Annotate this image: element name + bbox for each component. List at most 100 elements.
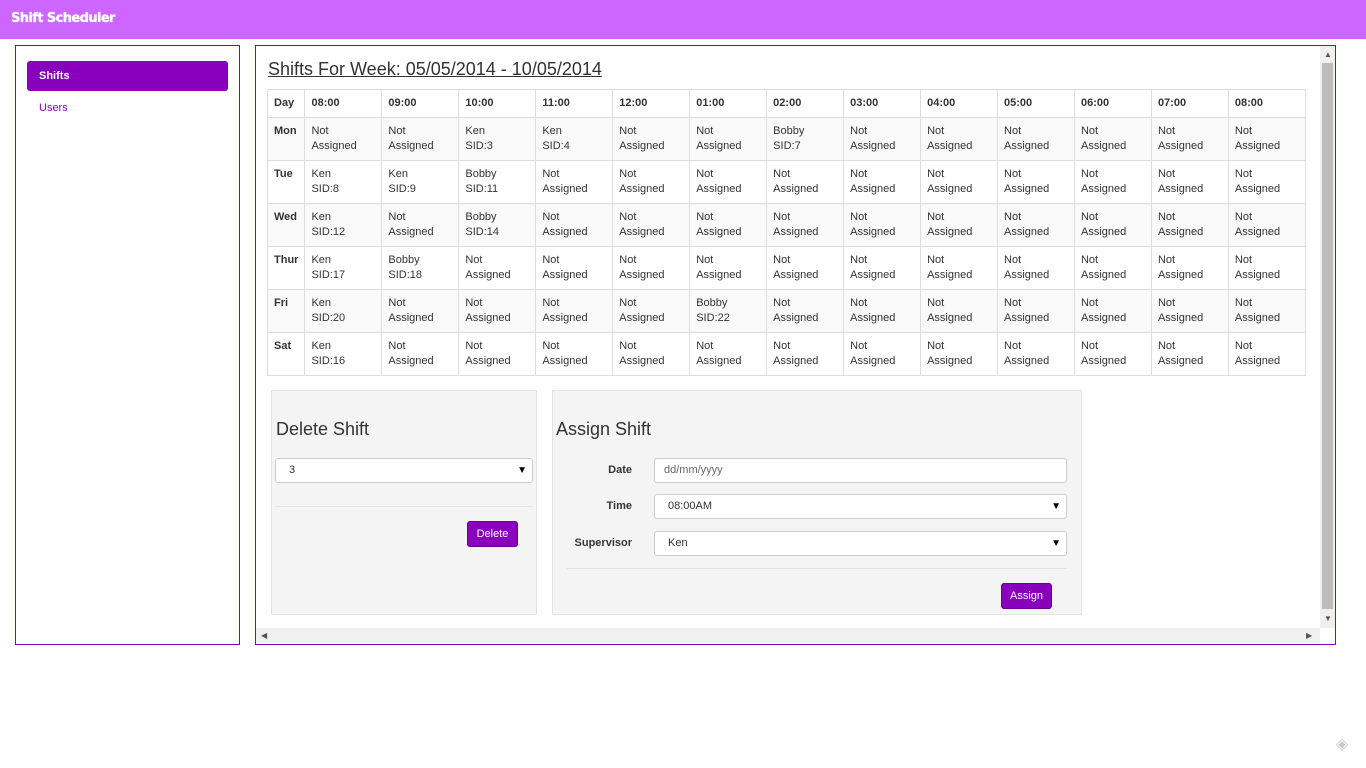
shift-cell[interactable]: Not Assigned: [997, 117, 1075, 161]
shift-cell[interactable]: Not Assigned: [1073, 117, 1152, 161]
shift-cell[interactable]: Not Assigned: [766, 289, 845, 333]
shift-cell[interactable]: Not Assigned: [689, 117, 768, 161]
shift-cell[interactable]: Not Assigned: [381, 332, 460, 376]
shift-cell[interactable]: Not Assigned: [458, 246, 537, 290]
shift-cell[interactable]: Bobby SID:22: [689, 289, 768, 333]
shift-cell[interactable]: Not Assigned: [1150, 160, 1229, 204]
shift-cell[interactable]: Ken SID:8: [304, 160, 383, 204]
shift-cell[interactable]: Not Assigned: [843, 332, 922, 376]
shift-cell[interactable]: Not Assigned: [920, 332, 999, 376]
shift-cell[interactable]: Not Assigned: [1150, 246, 1229, 290]
shift-cell[interactable]: Not Assigned: [1227, 246, 1307, 290]
shift-cell[interactable]: Not Assigned: [381, 203, 460, 247]
shift-cell[interactable]: Not Assigned: [381, 289, 460, 333]
shift-cell[interactable]: Not Assigned: [535, 203, 614, 247]
shift-cell[interactable]: Ken SID:4: [535, 117, 614, 161]
scroll-right-icon[interactable]: ▶: [1306, 631, 1312, 640]
shift-cell[interactable]: Not Assigned: [1073, 289, 1152, 333]
date-input[interactable]: dd/mm/yyyy: [654, 458, 1067, 483]
shift-cell[interactable]: Not Assigned: [843, 246, 922, 290]
shift-assignee: Not Assigned: [1080, 168, 1127, 195]
shift-cell[interactable]: Not Assigned: [535, 160, 614, 204]
time-select[interactable]: 08:00AM ▼: [654, 494, 1067, 519]
shift-cell[interactable]: Not Assigned: [612, 117, 691, 161]
shift-cell[interactable]: Not Assigned: [1227, 117, 1307, 161]
shift-cell[interactable]: Not Assigned: [612, 246, 691, 290]
shift-cell[interactable]: Ken SID:20: [304, 289, 383, 333]
shift-cell[interactable]: Not Assigned: [1150, 203, 1229, 247]
shift-cell[interactable]: Not Assigned: [535, 332, 614, 376]
shift-cell[interactable]: Not Assigned: [843, 160, 922, 204]
shift-cell[interactable]: Not Assigned: [1227, 160, 1307, 204]
shift-cell[interactable]: Not Assigned: [997, 203, 1075, 247]
scroll-thumb[interactable]: [1322, 63, 1333, 609]
shift-cell[interactable]: Not Assigned: [1150, 117, 1229, 161]
shift-cell[interactable]: Not Assigned: [766, 160, 845, 204]
shift-cell[interactable]: Not Assigned: [843, 203, 922, 247]
shift-cell[interactable]: Not Assigned: [535, 289, 614, 333]
shift-cell[interactable]: Not Assigned: [689, 203, 768, 247]
shift-cell[interactable]: Not Assigned: [920, 246, 999, 290]
shift-cell[interactable]: Not Assigned: [1073, 160, 1152, 204]
shift-cell[interactable]: Not Assigned: [1073, 332, 1152, 376]
shift-cell[interactable]: Not Assigned: [920, 117, 999, 161]
shift-cell[interactable]: Not Assigned: [920, 203, 999, 247]
shift-cell[interactable]: Not Assigned: [381, 117, 460, 161]
shift-cell[interactable]: Bobby SID:7: [766, 117, 845, 161]
shift-cell[interactable]: Not Assigned: [997, 332, 1075, 376]
tag-icon[interactable]: ◈: [1333, 736, 1351, 754]
shift-cell[interactable]: Not Assigned: [1227, 332, 1307, 376]
shift-cell[interactable]: Not Assigned: [997, 289, 1075, 333]
scroll-up-icon[interactable]: ▲: [1324, 50, 1332, 59]
scroll-left-icon[interactable]: ◀: [261, 631, 267, 640]
delete-button[interactable]: Delete: [467, 521, 518, 547]
sidebar-item-users[interactable]: Users: [27, 93, 228, 123]
supervisor-select[interactable]: Ken ▼: [654, 531, 1067, 556]
shift-id: SID:17: [311, 269, 346, 281]
sidebar-item-shifts[interactable]: Shifts: [27, 61, 228, 91]
shift-cell[interactable]: Bobby SID:18: [381, 246, 460, 290]
shift-cell[interactable]: Not Assigned: [1150, 289, 1229, 333]
shift-id-select[interactable]: 3 ▼: [275, 458, 533, 483]
shift-cell[interactable]: Ken SID:12: [304, 203, 383, 247]
shift-assignee: Not Assigned: [850, 297, 896, 324]
shift-cell[interactable]: Not Assigned: [612, 160, 691, 204]
shift-cell[interactable]: Not Assigned: [766, 246, 845, 290]
shift-cell[interactable]: Not Assigned: [766, 203, 845, 247]
shift-cell[interactable]: Ken SID:16: [304, 332, 383, 376]
shift-cell[interactable]: Not Assigned: [458, 289, 537, 333]
shift-cell[interactable]: Not Assigned: [1227, 289, 1307, 333]
shift-cell[interactable]: Not Assigned: [920, 289, 999, 333]
shift-cell[interactable]: Not Assigned: [1227, 203, 1307, 247]
shift-cell[interactable]: Bobby SID:11: [458, 160, 537, 204]
shift-cell[interactable]: Not Assigned: [1073, 246, 1152, 290]
shift-cell[interactable]: Not Assigned: [612, 203, 691, 247]
shift-cell[interactable]: Not Assigned: [689, 246, 768, 290]
horizontal-scrollbar[interactable]: ◀ ▶: [256, 628, 1320, 643]
shift-cell[interactable]: Not Assigned: [612, 332, 691, 376]
shift-cell[interactable]: Not Assigned: [920, 160, 999, 204]
assign-button[interactable]: Assign: [1001, 583, 1052, 609]
shift-cell[interactable]: Not Assigned: [766, 332, 845, 376]
shift-cell[interactable]: Not Assigned: [304, 117, 383, 161]
shift-cell[interactable]: Not Assigned: [843, 117, 922, 161]
shift-cell[interactable]: Not Assigned: [689, 332, 768, 376]
shift-cell[interactable]: Bobby SID:14: [458, 203, 537, 247]
shift-cell[interactable]: Ken SID:17: [304, 246, 383, 290]
shift-cell[interactable]: Ken SID:9: [381, 160, 460, 204]
vertical-scrollbar[interactable]: ▲ ▼: [1320, 46, 1335, 628]
shift-cell[interactable]: Not Assigned: [1073, 203, 1152, 247]
scroll-down-icon[interactable]: ▼: [1324, 614, 1332, 623]
shift-cell[interactable]: Not Assigned: [535, 246, 614, 290]
shift-cell[interactable]: Not Assigned: [997, 246, 1075, 290]
shift-cell[interactable]: Not Assigned: [458, 332, 537, 376]
shift-cell[interactable]: Not Assigned: [612, 289, 691, 333]
shift-cell[interactable]: Not Assigned: [997, 160, 1075, 204]
chevron-down-icon: ▼: [1051, 538, 1061, 549]
shift-cell[interactable]: Not Assigned: [689, 160, 768, 204]
shift-cell[interactable]: Not Assigned: [1150, 332, 1229, 376]
shift-assignee: Bobby: [696, 297, 728, 309]
shift-cell[interactable]: Not Assigned: [843, 289, 922, 333]
shift-cell[interactable]: Ken SID:3: [458, 117, 537, 161]
app-title[interactable]: Shift Scheduler: [11, 11, 115, 26]
